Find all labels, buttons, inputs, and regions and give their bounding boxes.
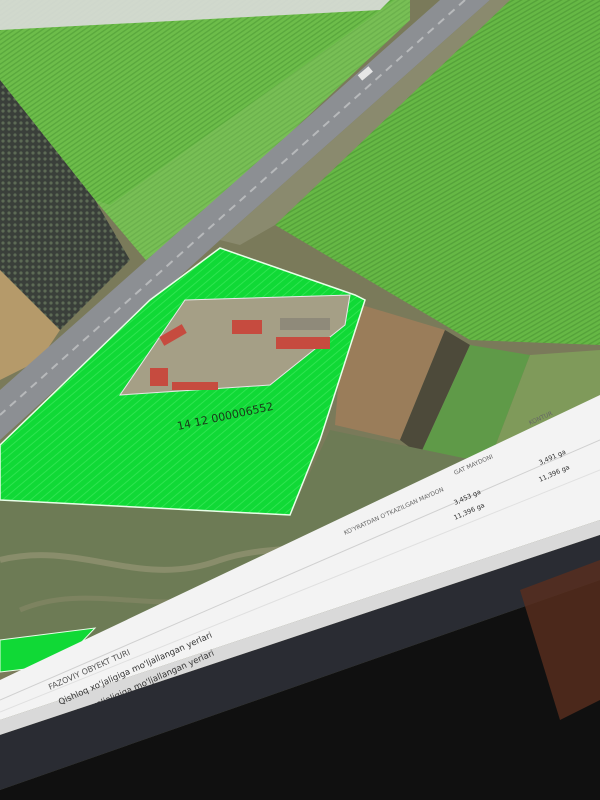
building-roof bbox=[150, 368, 168, 386]
building-roof bbox=[172, 382, 218, 390]
building-roof bbox=[276, 337, 330, 349]
screen-svg: 14 12 000006552 FAZOVIY OBYEKT TURI KO'Y… bbox=[0, 0, 600, 800]
photo-of-monitor: 14 12 000006552 FAZOVIY OBYEKT TURI KO'Y… bbox=[0, 0, 600, 800]
building-roof bbox=[232, 320, 262, 334]
